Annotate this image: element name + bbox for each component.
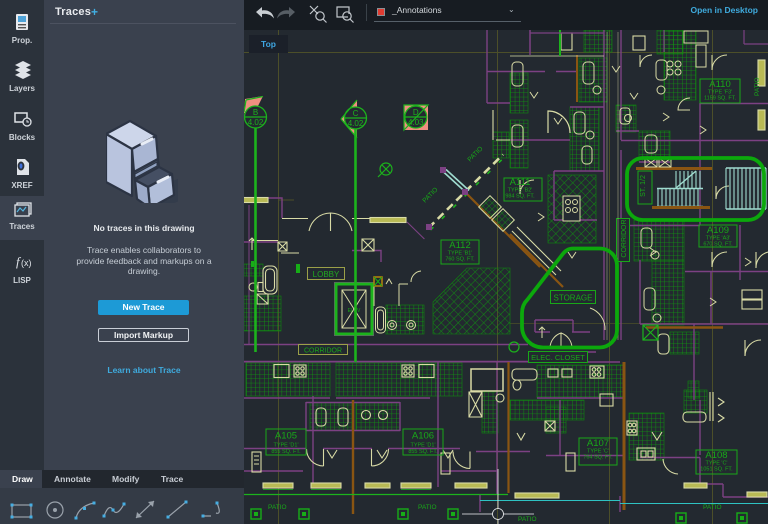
svg-text:ST. 1/2: ST. 1/2 xyxy=(640,175,647,197)
svg-text:1051 SQ. FT.: 1051 SQ. FT. xyxy=(700,467,733,473)
svg-text:760 SQ. FT.: 760 SQ. FT. xyxy=(445,257,475,263)
svg-text:PATIO: PATIO xyxy=(418,504,437,511)
svg-text:C: C xyxy=(353,109,359,118)
svg-text:ELEC. CLOSET: ELEC. CLOSET xyxy=(531,353,585,362)
svg-text:PATIO: PATIO xyxy=(754,77,761,96)
svg-text:A105: A105 xyxy=(275,431,297,442)
svg-text:A109: A109 xyxy=(707,225,729,236)
svg-text:STORAGE: STORAGE xyxy=(554,294,593,303)
svg-text:855 SQ. FT.: 855 SQ. FT. xyxy=(271,449,301,455)
svg-text:PATIO: PATIO xyxy=(268,504,287,511)
svg-text:PATIO: PATIO xyxy=(466,145,484,163)
svg-text:PATIO: PATIO xyxy=(421,186,439,204)
svg-text:4.03: 4.03 xyxy=(408,118,424,127)
svg-text:PATIO: PATIO xyxy=(703,504,722,511)
svg-text:1159 SQ. FT.: 1159 SQ. FT. xyxy=(704,96,736,102)
svg-text:A106: A106 xyxy=(412,431,434,442)
svg-text:D: D xyxy=(413,108,419,117)
svg-text:B: B xyxy=(253,108,258,117)
svg-text:A111: A111 xyxy=(510,177,531,188)
svg-text:CORRIDOR: CORRIDOR xyxy=(304,348,342,355)
svg-text:A108: A108 xyxy=(705,450,727,461)
svg-text:TYPE 'D1': TYPE 'D1' xyxy=(273,443,298,449)
svg-text:(x): (x) xyxy=(21,258,32,268)
svg-text:CORRIDOR: CORRIDOR xyxy=(621,219,628,257)
svg-text:764 SQ. FT.: 764 SQ. FT. xyxy=(583,455,613,461)
svg-text:855 SQ. FT.: 855 SQ. FT. xyxy=(408,449,438,455)
svg-text:PATIO: PATIO xyxy=(518,516,537,523)
svg-text:LOBBY: LOBBY xyxy=(313,270,340,279)
svg-text:TYPE 'D1': TYPE 'D1' xyxy=(410,443,435,449)
svg-text:670 SQ. FT.: 670 SQ. FT. xyxy=(703,242,733,248)
svg-text:984 SQ. FT.: 984 SQ. FT. xyxy=(505,194,535,200)
svg-text:4.02: 4.02 xyxy=(248,118,264,127)
svg-text:A112: A112 xyxy=(449,240,470,251)
svg-text:A110: A110 xyxy=(709,79,730,90)
svg-text:A107: A107 xyxy=(587,438,609,449)
svg-text:4.02: 4.02 xyxy=(348,119,364,128)
